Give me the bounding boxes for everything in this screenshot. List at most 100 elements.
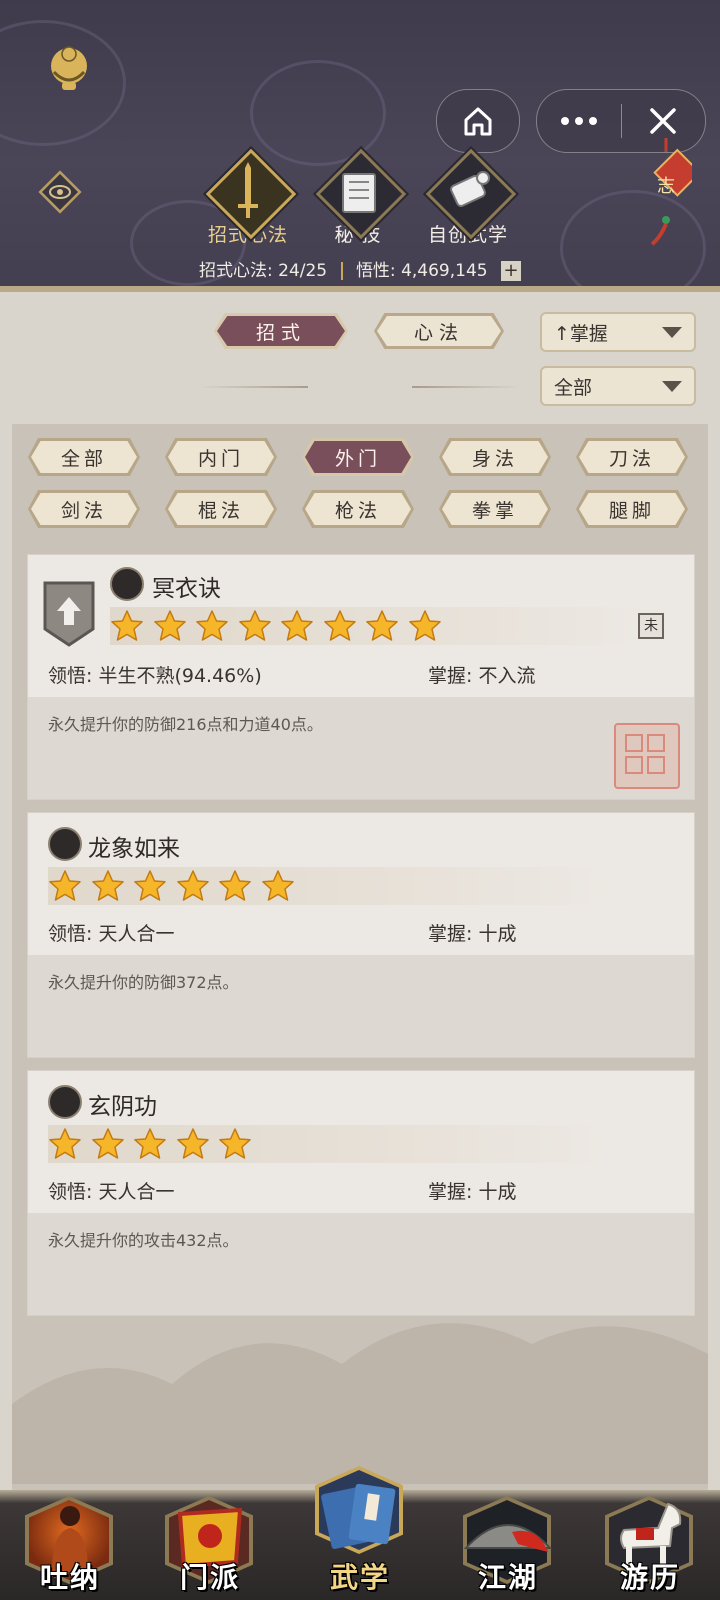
nav-label: 江湖 — [477, 1561, 538, 1594]
chevron-down-icon — [662, 326, 682, 338]
filter-footwork[interactable]: 身法 — [439, 438, 551, 476]
rank-box: 未 — [638, 613, 664, 639]
star-icon — [49, 870, 81, 901]
tab-secret-skills[interactable]: 秘 技 — [303, 148, 413, 252]
star-icon — [134, 1128, 166, 1159]
filter-label: 外门 — [334, 447, 381, 470]
nav-item-travel[interactable]: 游历 — [590, 1490, 710, 1600]
filter-label: 拳掌 — [471, 499, 518, 522]
mastery-label: 掌握: — [428, 923, 473, 945]
nav-item-breathing[interactable]: 吐纳 — [10, 1490, 130, 1600]
nav-item-martial-arts[interactable]: 武学 — [300, 1466, 420, 1600]
nav-item-sect[interactable]: 门派 — [150, 1490, 270, 1600]
filter-label: 刀法 — [608, 447, 655, 470]
star-icon — [219, 1128, 251, 1159]
decorative-line — [412, 386, 520, 388]
mastery-label: 掌握: — [428, 1181, 473, 1203]
tab-self-created[interactable]: 自创武学 — [413, 148, 523, 252]
close-icon — [650, 108, 676, 134]
chinese-knot-icon[interactable]: 志 — [640, 138, 692, 246]
comprehension-value: 天人合一 — [98, 923, 175, 945]
mastery-value: 十成 — [478, 1181, 517, 1203]
avatar-icon[interactable] — [44, 44, 94, 98]
filter-sword[interactable]: 剑法 — [28, 490, 140, 528]
tab-methods[interactable]: 心法 — [374, 313, 504, 349]
top-header: 招式心法 秘 技 自创武学 招式心法: 24/25 悟性: 4,469,145 … — [0, 0, 720, 292]
star-icon — [196, 610, 228, 641]
comprehension-label: 领悟: — [48, 923, 93, 945]
star-icon — [91, 870, 124, 901]
stats-line: 招式心法: 24/25 悟性: 4,469,145 + — [0, 256, 720, 281]
filter-blade[interactable]: 刀法 — [576, 438, 688, 476]
filter-label: 全部 — [60, 447, 107, 470]
tab-moves[interactable]: 招式 — [214, 313, 348, 349]
skill-card[interactable]: 玄阴功 领悟: 天人合一 掌握: 十成 永久提升你的攻击432点。 — [27, 1070, 695, 1316]
mastery: 掌握: 十成 — [428, 1177, 516, 1204]
filter-fist[interactable]: 拳掌 — [439, 490, 551, 528]
star-icon — [153, 610, 186, 641]
sort-select-value: ↑掌握 — [554, 322, 608, 345]
sect-emblem-icon — [110, 567, 144, 601]
sword-icon — [238, 162, 258, 218]
filter-outer-sect[interactable]: 外门 — [302, 438, 414, 476]
skill-description: 永久提升你的防御372点。 — [48, 973, 239, 992]
moves-count-label: 招式心法: — [198, 261, 273, 281]
bottom-nav: 吐纳 门派 武学 江湖 游历 — [0, 1466, 720, 1600]
tab-methods-label: 心法 — [413, 321, 464, 344]
chevron-down-icon — [662, 380, 682, 392]
skill-description: 永久提升你的防御216点和力道40点。 — [48, 715, 323, 734]
description-area: 永久提升你的防御372点。 — [28, 955, 694, 1057]
moves-count-value: 24/25 — [278, 261, 328, 281]
star-icon — [134, 870, 166, 901]
book-icon — [342, 173, 376, 213]
filter-inner-sect[interactable]: 内门 — [165, 438, 277, 476]
mastery-label: 掌握: — [428, 665, 473, 687]
comprehension: 领悟: 半生不熟(94.46%) — [48, 661, 262, 688]
comprehension-value: 天人合一 — [98, 1181, 175, 1203]
add-insight-button[interactable]: + — [501, 261, 522, 281]
description-area: 永久提升你的攻击432点。 — [28, 1213, 694, 1315]
sort-select[interactable]: ↑掌握 — [540, 312, 696, 352]
skill-name: 龙象如来 — [88, 836, 180, 862]
comprehension-label: 领悟: — [48, 665, 93, 687]
filter-select-value: 全部 — [554, 376, 593, 399]
nav-item-jianghu[interactable]: 江湖 — [448, 1490, 568, 1600]
filter-label: 枪法 — [334, 499, 381, 522]
star-rating — [110, 607, 640, 645]
stats-divider — [340, 262, 343, 280]
filter-select[interactable]: 全部 — [540, 366, 696, 406]
eye-icon[interactable] — [38, 170, 82, 214]
skill-description: 永久提升你的攻击432点。 — [48, 1231, 239, 1250]
star-icon — [408, 610, 441, 641]
filter-staff[interactable]: 棍法 — [165, 490, 277, 528]
home-button[interactable] — [436, 89, 520, 153]
skill-name: 玄阴功 — [88, 1094, 157, 1120]
comprehension-value: 半生不熟(94.46%) — [98, 665, 262, 687]
nav-label: 吐纳 — [39, 1561, 100, 1594]
star-icon — [49, 1128, 81, 1159]
skill-card[interactable]: 龙象如来 领悟: 天人合一 掌握: 十成 永久提升你的防御372点。 — [27, 812, 695, 1058]
star-rating — [48, 867, 608, 905]
decorative-line — [200, 386, 308, 388]
mastery: 掌握: 十成 — [428, 919, 516, 946]
more-button[interactable] — [537, 90, 621, 152]
filter-kick[interactable]: 腿脚 — [576, 490, 688, 528]
filter-spear[interactable]: 枪法 — [302, 490, 414, 528]
star-icon — [111, 610, 143, 641]
knot-char: 志 — [657, 176, 675, 197]
upgrade-badge-icon[interactable] — [41, 579, 97, 647]
star-rating — [48, 1125, 608, 1163]
skill-card[interactable]: 冥衣诀 未 领悟: 半生不熟(94.46%) 掌握: 不入流 永久提升你的防御2… — [27, 554, 695, 800]
filter-label: 内门 — [197, 447, 244, 470]
description-area: 永久提升你的防御216点和力道40点。 — [28, 697, 694, 799]
filter-all[interactable]: 全部 — [28, 438, 140, 476]
insight-label: 悟性: — [355, 261, 396, 281]
manual-icon — [321, 1483, 396, 1549]
sect-emblem-icon — [48, 827, 82, 861]
scroll-icon — [450, 171, 490, 207]
mastery: 掌握: 不入流 — [428, 661, 535, 688]
tab-moves-methods[interactable]: 招式心法 — [193, 148, 303, 252]
nav-label: 武学 — [329, 1561, 390, 1594]
filter-label: 剑法 — [60, 499, 107, 522]
tab-moves-label: 招式 — [255, 321, 306, 344]
